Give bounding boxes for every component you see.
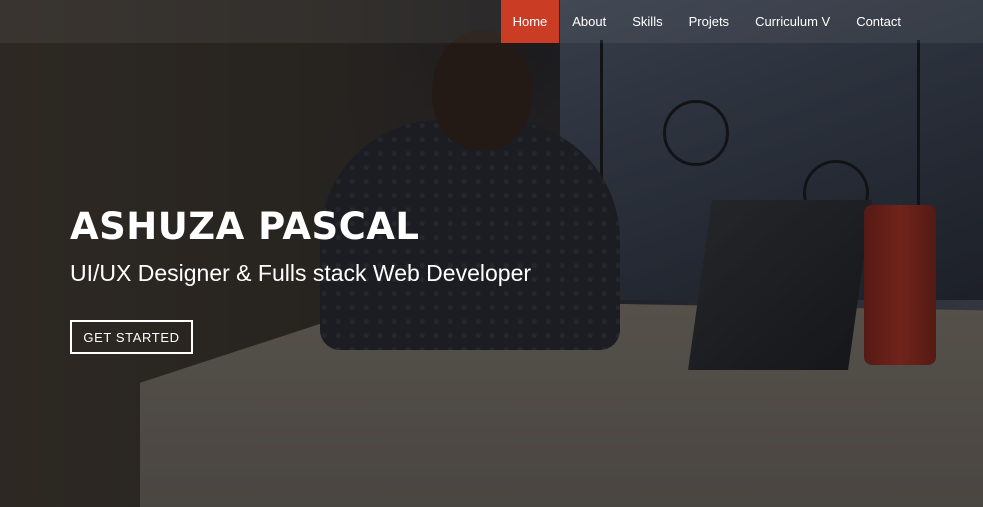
hero-content: ASHUZA PASCAL UI/UX Designer & Fulls sta… [70, 205, 531, 288]
get-started-button[interactable]: GET STARTED [70, 320, 193, 354]
nav-curriculum[interactable]: Curriculum V [742, 0, 843, 43]
hero-title: ASHUZA PASCAL [70, 205, 420, 248]
top-navbar: Home About Skills Projets Curriculum V C… [0, 0, 983, 43]
main-nav: Home About Skills Projets Curriculum V C… [500, 0, 914, 43]
hero-subtitle: UI/UX Designer & Fulls stack Web Develop… [70, 260, 532, 286]
nav-skills[interactable]: Skills [619, 0, 675, 43]
nav-contact[interactable]: Contact [843, 0, 914, 43]
nav-projets[interactable]: Projets [676, 0, 742, 43]
nav-home[interactable]: Home [500, 0, 560, 43]
nav-about[interactable]: About [559, 0, 619, 43]
